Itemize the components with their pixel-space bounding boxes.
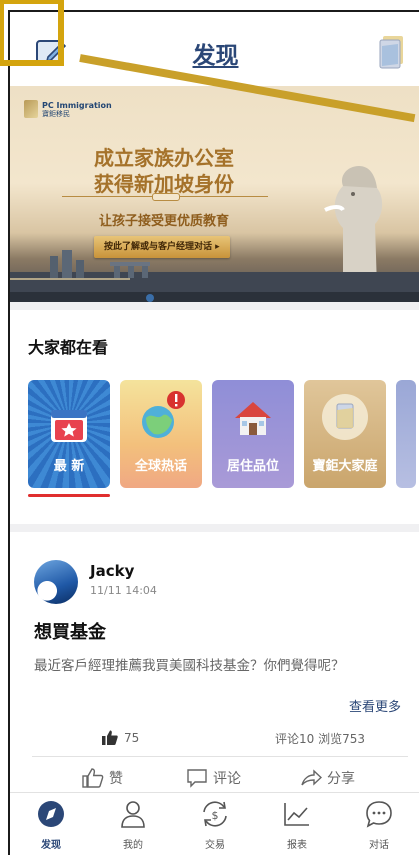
comment-label: 评论 bbox=[213, 771, 241, 787]
share-label: 分享 bbox=[327, 771, 355, 787]
thumbs-up-icon bbox=[82, 768, 104, 788]
post-counts: 评论10 浏览753 bbox=[275, 730, 365, 747]
active-topic-indicator bbox=[28, 494, 110, 497]
like-count-value: 75 bbox=[124, 730, 140, 745]
topic-card-global-hot[interactable]: 全球热话 bbox=[120, 380, 202, 488]
exchange-icon: $ bbox=[203, 801, 227, 827]
house-icon bbox=[235, 402, 271, 435]
topic-card-family[interactable]: 寶鉅大家庭 bbox=[304, 380, 386, 488]
topic-cards: 最 新 全球热话 居住品位 寶鉅大家庭 bbox=[28, 380, 419, 490]
post-username[interactable]: Jacky bbox=[90, 562, 134, 580]
globe-alert-icon bbox=[142, 391, 185, 438]
compass-icon bbox=[38, 801, 64, 827]
tab-label: 报表 bbox=[287, 840, 307, 851]
section-separator bbox=[10, 524, 419, 532]
section-separator bbox=[10, 302, 419, 310]
see-more-link[interactable]: 查看更多 bbox=[349, 696, 401, 715]
brand-mark-icon bbox=[24, 100, 38, 118]
banner-headline-1: 成立家族办公室 bbox=[94, 146, 234, 170]
tab-reports[interactable]: 报表 bbox=[256, 799, 338, 851]
post-stats: 75 评论10 浏览753 bbox=[10, 728, 419, 750]
tab-trade[interactable]: $ 交易 bbox=[174, 799, 256, 851]
topic-card-living[interactable]: 居住品位 bbox=[212, 380, 294, 488]
highlight-box bbox=[0, 0, 64, 66]
comment-button[interactable]: 评论 bbox=[186, 768, 241, 788]
brand-logo: PC Immigration 寶鉅移民 bbox=[24, 100, 112, 118]
like-label: 赞 bbox=[109, 771, 123, 787]
brand-name-en: PC Immigration bbox=[42, 100, 112, 110]
app-screen: 发现 PC Immigration 寶鉅移民 成立家族办公室 获得新加坡身份 让… bbox=[8, 10, 419, 855]
tab-chat[interactable]: 对话 bbox=[338, 799, 419, 851]
post-actions: 赞 评论 分享 bbox=[10, 768, 419, 794]
topic-card-partial[interactable] bbox=[396, 380, 416, 488]
chart-icon bbox=[284, 803, 309, 826]
header: 发现 bbox=[10, 12, 419, 88]
bottom-tab-bar: 发现 我的 $ 交易 报表 对话 bbox=[10, 792, 419, 855]
documents-button[interactable] bbox=[377, 34, 407, 70]
view-count: 浏览753 bbox=[318, 732, 365, 746]
brand-name-cn: 寶鉅移民 bbox=[42, 109, 70, 118]
star-calendar-icon bbox=[51, 410, 87, 442]
share-icon bbox=[301, 769, 322, 786]
section-title: 大家都在看 bbox=[28, 338, 109, 357]
tab-label: 对话 bbox=[369, 840, 389, 851]
user-icon bbox=[121, 801, 145, 828]
tab-mine[interactable]: 我的 bbox=[92, 799, 174, 851]
brand-badge-icon bbox=[322, 394, 368, 440]
comment-count: 评论10 bbox=[274, 732, 315, 746]
avatar[interactable] bbox=[34, 560, 78, 604]
page-title: 发现 bbox=[192, 43, 239, 69]
tab-discover[interactable]: 发现 bbox=[10, 799, 92, 851]
topic-card-label: 全球热话 bbox=[134, 459, 187, 474]
post-timestamp: 11/11 14:04 bbox=[90, 584, 157, 597]
promo-banner[interactable]: PC Immigration 寶鉅移民 成立家族办公室 获得新加坡身份 让孩子接… bbox=[10, 86, 419, 302]
banner-subline: 让孩子接受更优质教育 bbox=[98, 214, 229, 229]
tab-label: 交易 bbox=[205, 840, 225, 851]
post-title[interactable]: 想買基金 bbox=[34, 618, 106, 644]
comment-icon bbox=[187, 769, 207, 788]
tab-label: 我的 bbox=[123, 840, 143, 851]
topic-card-label: 寶鉅大家庭 bbox=[312, 459, 378, 474]
carousel-indicator[interactable] bbox=[146, 294, 154, 302]
thumbs-up-filled-icon bbox=[102, 730, 118, 745]
like-count: 75 bbox=[102, 730, 139, 745]
chat-icon bbox=[366, 801, 392, 828]
topic-card-label: 居住品位 bbox=[226, 459, 279, 474]
post-body: 最近客戶經理推薦我買美國科技基金？你們覺得呢？ bbox=[34, 658, 345, 674]
topic-card-latest[interactable]: 最 新 bbox=[28, 380, 110, 488]
banner-divider bbox=[62, 193, 268, 201]
share-button[interactable]: 分享 bbox=[300, 768, 355, 788]
divider bbox=[32, 756, 408, 757]
tab-label: 发现 bbox=[41, 840, 61, 851]
document-icon bbox=[379, 36, 403, 69]
svg-text:$: $ bbox=[212, 809, 219, 822]
like-button[interactable]: 赞 bbox=[82, 768, 123, 788]
topic-card-label: 最 新 bbox=[53, 459, 85, 474]
city-skyline-image bbox=[10, 250, 419, 302]
